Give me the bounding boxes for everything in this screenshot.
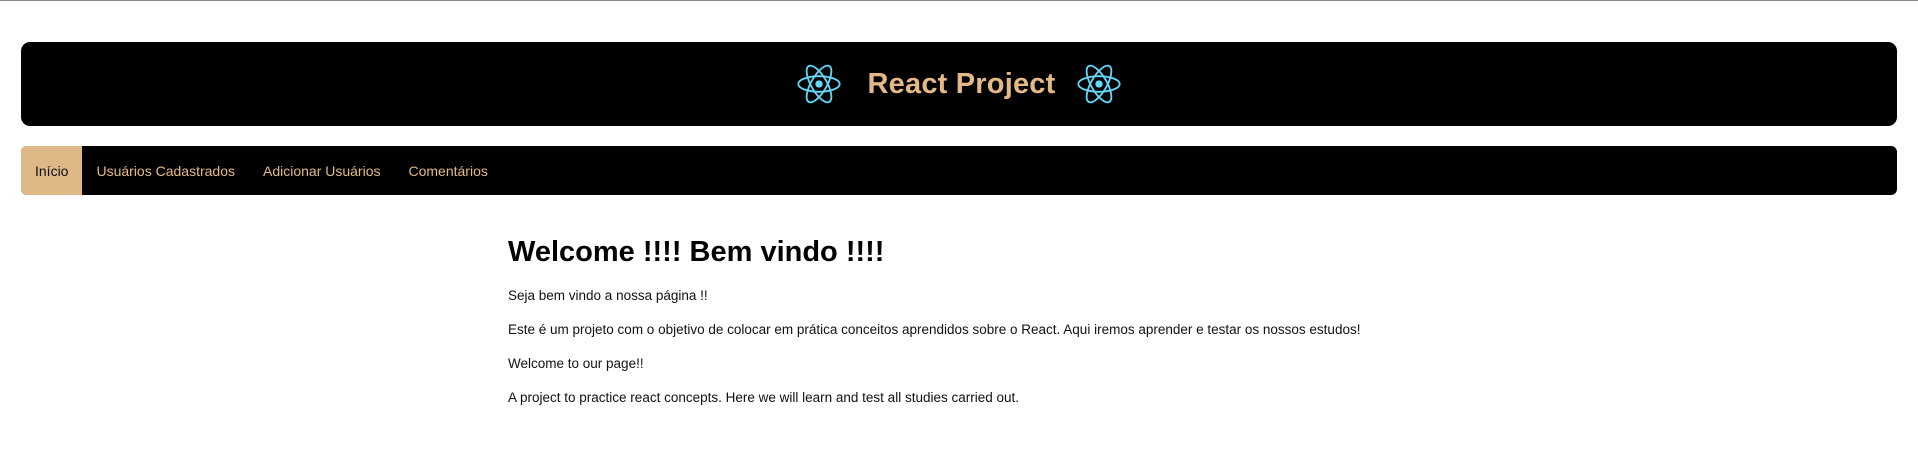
paragraph-description-pt: Este é um projeto com o objetivo de colo…	[508, 322, 1361, 337]
main-nav: Início Usuários Cadastrados Adicionar Us…	[21, 146, 1897, 195]
react-logo-icon	[796, 61, 842, 107]
nav-item-adicionar-usuarios[interactable]: Adicionar Usuários	[249, 146, 395, 195]
nav-item-inicio[interactable]: Início	[21, 146, 83, 195]
paragraph-welcome-pt: Seja bem vindo a nossa página !!	[508, 288, 708, 303]
nav-item-comentarios[interactable]: Comentários	[394, 146, 501, 195]
main-content: Welcome !!!! Bem vindo !!!! Seja bem vin…	[508, 236, 1508, 423]
top-border	[0, 0, 1918, 1]
app-title: React Project	[867, 67, 1056, 100]
paragraph-welcome-en: Welcome to our page!!	[508, 356, 644, 371]
paragraph-description-en: A project to practice react concepts. He…	[508, 390, 1019, 405]
page-heading: Welcome !!!! Bem vindo !!!!	[508, 236, 885, 268]
app-header: React Project	[21, 42, 1897, 126]
react-logo-icon	[1076, 61, 1122, 107]
nav-item-usuarios-cadastrados[interactable]: Usuários Cadastrados	[82, 146, 249, 195]
